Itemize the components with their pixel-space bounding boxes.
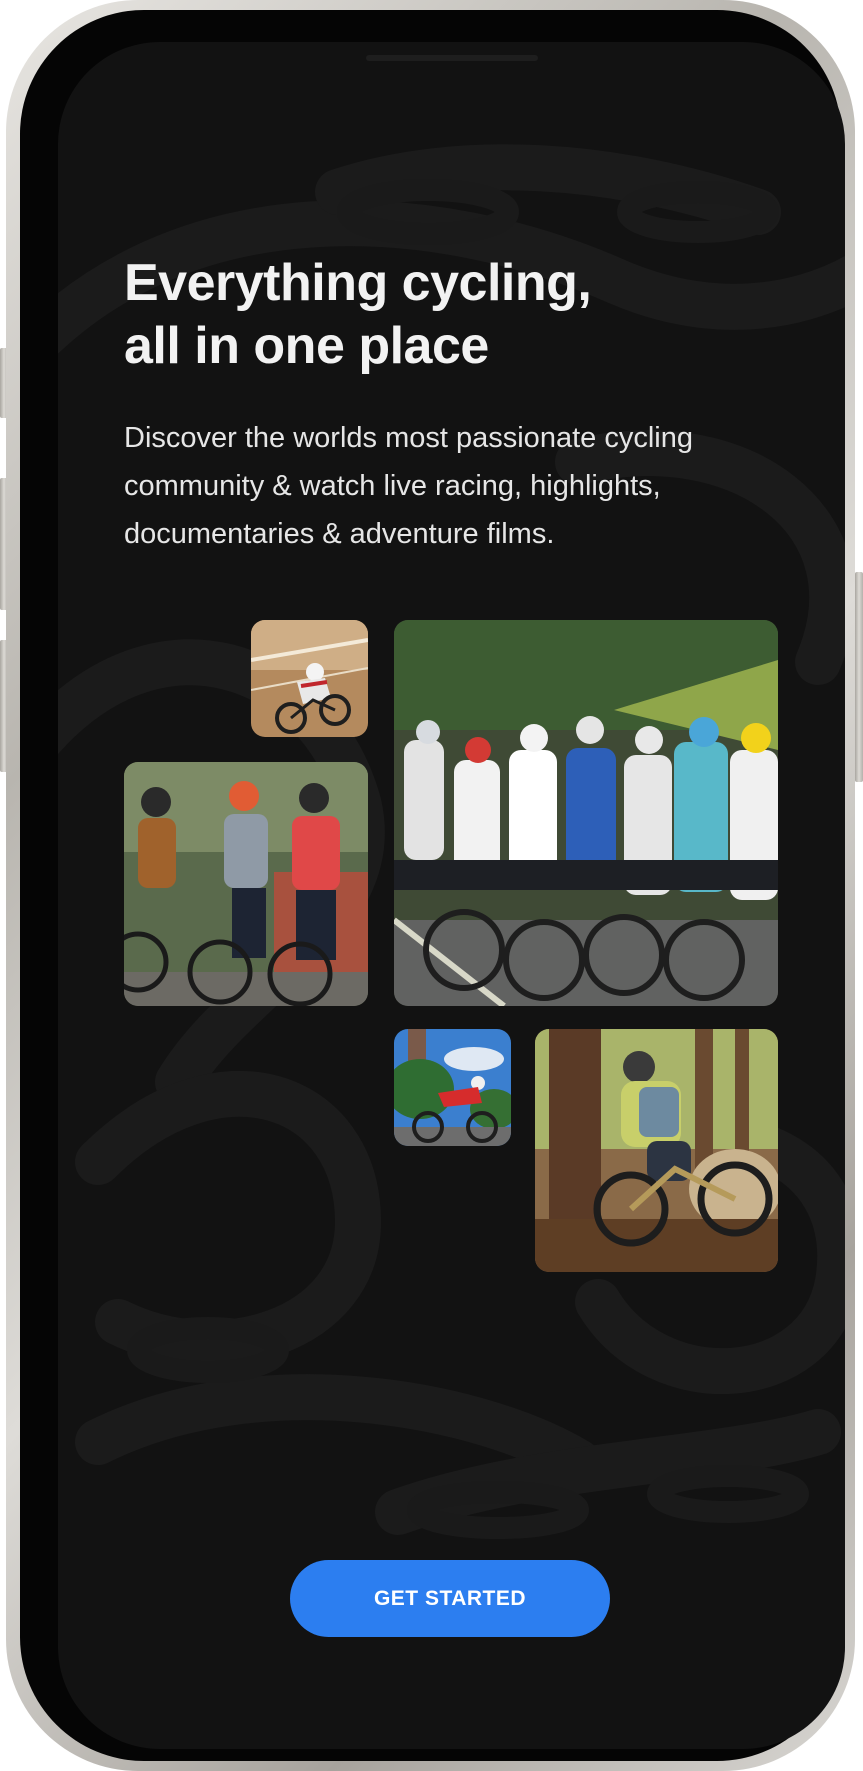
phone-bezel: Everything cycling, all in one place Dis… <box>20 10 845 1761</box>
photo-road-cyclist <box>394 1029 511 1146</box>
photo-group-ride <box>124 762 368 1006</box>
page-title-line-1: Everything cycling, <box>124 254 592 312</box>
page-title-line-2: all in one place <box>124 317 489 375</box>
page-title: Everything cycling, all in one place <box>124 252 764 378</box>
photo-peloton <box>394 620 778 1006</box>
page-subtitle: Discover the worlds most passionate cycl… <box>124 422 693 550</box>
get-started-button[interactable]: GET STARTED <box>290 1560 610 1637</box>
photo-track-cyclist <box>251 620 368 737</box>
photo-mountain-biker <box>535 1029 778 1272</box>
phone-power-button <box>855 572 863 782</box>
phone-frame: Everything cycling, all in one place Dis… <box>6 0 855 1771</box>
app-screen: Everything cycling, all in one place Dis… <box>58 42 845 1749</box>
